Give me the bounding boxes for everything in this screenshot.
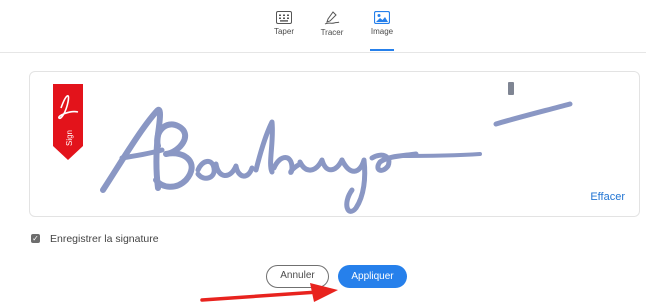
signature-image: Sign (53, 82, 573, 214)
image-icon (374, 11, 390, 24)
sign-badge-text: Sign (65, 130, 74, 146)
annotation-arrow-icon (200, 283, 338, 302)
tab-image-label: Image (370, 27, 394, 36)
apply-button[interactable]: Appliquer (338, 265, 407, 288)
tab-draw-label: Tracer (320, 28, 344, 37)
pen-draw-icon (324, 11, 340, 25)
tab-image[interactable]: Image (360, 8, 404, 51)
tab-type-label: Taper (273, 27, 294, 36)
save-signature-label: Enregistrer la signature (50, 233, 159, 245)
keyboard-icon (276, 11, 292, 24)
clear-signature-link[interactable]: Effacer (590, 191, 625, 203)
tab-draw[interactable]: Tracer (310, 8, 354, 48)
tab-type[interactable]: Taper (262, 8, 306, 48)
acrobat-sign-badge: Sign (53, 84, 83, 160)
handwritten-signature-stroke (100, 82, 573, 214)
save-signature-checkbox[interactable]: ✓ (31, 234, 40, 243)
signature-mode-tabs: Taper Tracer Image (0, 0, 646, 53)
signature-image-area: Sign Effacer (29, 71, 640, 217)
